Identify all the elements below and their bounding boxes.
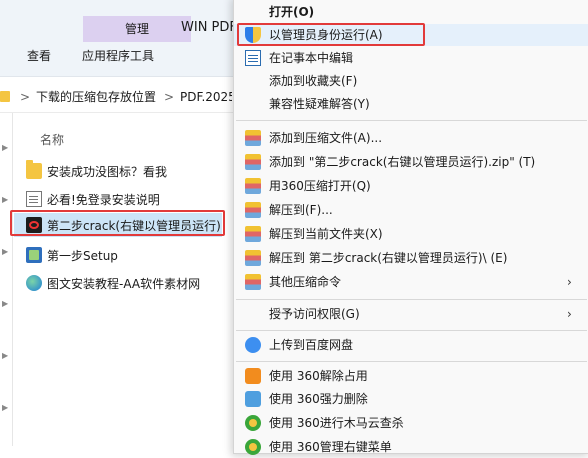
menu-item-add-archive[interactable]: 添加到压缩文件(A)...	[234, 127, 588, 149]
archive-icon	[245, 274, 261, 290]
archive-icon	[245, 178, 261, 194]
menu-item-label: 使用 360解除占用	[269, 369, 368, 383]
archive-icon	[245, 130, 261, 146]
file-row[interactable]: 安装成功没图标？看我	[26, 159, 234, 183]
menu-item-360-manage-menu[interactable]: 使用 360管理右键菜单	[234, 436, 588, 458]
submenu-arrow-icon: ›	[567, 307, 572, 321]
menu-item-label: 在记事本中编辑	[269, 51, 354, 65]
360-delete-icon	[245, 391, 261, 407]
folder-icon	[26, 160, 42, 179]
menu-item-label: 上传到百度网盘	[269, 338, 354, 352]
file-name: 必看!免登录安装说明	[47, 192, 160, 207]
document-icon	[26, 191, 42, 207]
menu-separator	[236, 299, 587, 300]
menu-item-edit-notepad[interactable]: 在记事本中编辑	[234, 47, 588, 69]
chevron-right-icon[interactable]: ▶	[2, 247, 8, 256]
chevron-right-icon[interactable]: ▶	[2, 143, 8, 152]
archive-icon	[245, 226, 261, 242]
column-header-name[interactable]: 名称	[40, 131, 64, 148]
tab-manage[interactable]: 管理	[83, 16, 191, 42]
menu-item-open-360zip[interactable]: 用360压缩打开(Q)	[234, 175, 588, 197]
menu-item-compat-troubleshoot[interactable]: 兼容性疑难解答(Y)	[234, 93, 588, 115]
menu-item-extract-to[interactable]: 解压到(F)...	[234, 199, 588, 221]
menu-item-label: 其他压缩命令	[269, 275, 342, 289]
context-menu: 打开(O) 以管理员身份运行(A) 在记事本中编辑 添加到收藏夹(F) 兼容性疑…	[233, 0, 588, 455]
archive-icon	[245, 154, 261, 170]
file-name: 第一步Setup	[47, 248, 118, 263]
chevron-right-icon[interactable]: ▶	[2, 403, 8, 412]
menu-item-grant-access[interactable]: 授予访问权限(G) ›	[234, 303, 588, 325]
menu-item-add-favorites[interactable]: 添加到收藏夹(F)	[234, 70, 588, 92]
notepad-icon	[245, 50, 261, 66]
archive-icon	[245, 250, 261, 266]
menu-separator	[236, 120, 587, 121]
360-unlock-icon	[245, 368, 261, 384]
breadcrumb-item[interactable]: PDF.2025	[180, 89, 232, 105]
menu-item-label: 添加到收藏夹(F)	[269, 74, 358, 88]
annotation-highlight	[10, 210, 225, 236]
chevron-right-icon[interactable]: ▶	[2, 195, 8, 204]
chevron-right-icon[interactable]: ▶	[2, 299, 8, 308]
menu-item-label: 使用 360强力删除	[269, 392, 368, 406]
menu-item-more-compress[interactable]: 其他压缩命令 ›	[234, 271, 588, 293]
menu-item-label: 添加到压缩文件(A)...	[269, 131, 383, 145]
menu-item-label: 授予访问权限(G)	[269, 307, 360, 321]
menu-item-label: 打开(O)	[269, 5, 315, 19]
menu-item-label: 使用 360管理右键菜单	[269, 440, 392, 454]
menu-item-add-zip[interactable]: 添加到 "第二步crack(右键以管理员运行).zip" (T)	[234, 151, 588, 173]
360-manage-icon	[245, 439, 261, 455]
menu-item-360-unlock[interactable]: 使用 360解除占用	[234, 365, 588, 387]
archive-icon	[245, 202, 261, 218]
file-row[interactable]: 图文安装教程-AA软件素材网	[26, 271, 234, 295]
menu-item-label: 兼容性疑难解答(Y)	[269, 97, 370, 111]
file-name: 图文安装教程-AA软件素材网	[47, 276, 201, 291]
app-tools-button[interactable]: 应用程序工具	[82, 47, 154, 65]
menu-item-label: 添加到 "第二步crack(右键以管理员运行).zip" (T)	[269, 155, 536, 169]
menu-item-360-scan[interactable]: 使用 360进行木马云查杀	[234, 412, 588, 434]
menu-item-360-force-delete[interactable]: 使用 360强力删除	[234, 388, 588, 410]
menu-item-open[interactable]: 打开(O)	[234, 1, 588, 23]
file-name: 安装成功没图标？看我	[47, 164, 168, 179]
submenu-arrow-icon: ›	[567, 275, 572, 289]
window-title: WIN PDF	[181, 20, 233, 35]
folder-icon	[0, 91, 10, 102]
navigation-pane[interactable]: ▶ ▶ ▶ ▶ ▶ ▶	[0, 113, 13, 446]
file-row[interactable]: 必看!免登录安装说明	[26, 187, 234, 211]
menu-item-label: 使用 360进行木马云查杀	[269, 416, 404, 430]
setup-icon	[26, 247, 42, 263]
breadcrumb-separator: >	[20, 90, 31, 104]
menu-item-label: 用360压缩打开(Q)	[269, 179, 371, 193]
menu-item-extract-here[interactable]: 解压到当前文件夹(X)	[234, 223, 588, 245]
menu-item-baidu-upload[interactable]: 上传到百度网盘	[234, 334, 588, 356]
menu-item-label: 解压到(F)...	[269, 203, 333, 217]
breadcrumb-item[interactable]: 下载的压缩包存放位置	[36, 89, 156, 105]
web-link-icon	[26, 275, 42, 291]
360-scan-icon	[245, 415, 261, 431]
file-row[interactable]: 第一步Setup	[26, 243, 234, 267]
menu-item-label: 解压到当前文件夹(X)	[269, 227, 383, 241]
breadcrumb-separator: >	[164, 90, 175, 104]
view-menu-button[interactable]: 查看	[27, 47, 51, 65]
menu-separator	[236, 361, 587, 362]
chevron-right-icon[interactable]: ▶	[2, 351, 8, 360]
menu-separator	[236, 330, 587, 331]
menu-item-label: 解压到 第二步crack(右键以管理员运行)\ (E)	[269, 251, 508, 265]
menu-item-extract-folder[interactable]: 解压到 第二步crack(右键以管理员运行)\ (E)	[234, 247, 588, 269]
baidu-cloud-icon	[245, 337, 261, 353]
annotation-highlight	[237, 23, 425, 46]
